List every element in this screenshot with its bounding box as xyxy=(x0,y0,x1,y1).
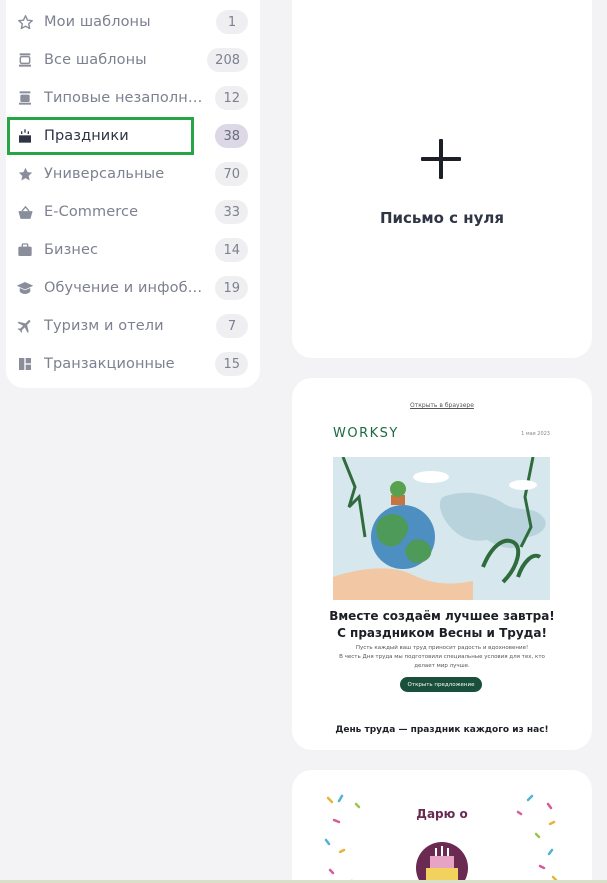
count-badge: 7 xyxy=(216,314,248,338)
email-date: 1 мая 2023 xyxy=(521,431,550,437)
open-in-browser-link: Открыть в браузере xyxy=(410,402,474,409)
new-letter-card[interactable]: Письмо с нуля xyxy=(292,0,592,358)
count-badge: 1 xyxy=(216,10,248,34)
graduation-cap-icon xyxy=(16,279,34,297)
count-badge: 12 xyxy=(215,86,248,110)
email-preview-2: Дарю о xyxy=(322,790,562,883)
headline-line-1: Вместе создаём лучшее завтра! xyxy=(329,609,555,623)
sidebar-item-label: Туризм и отели xyxy=(44,318,164,334)
count-badge: 19 xyxy=(215,276,248,300)
email-cta-button: Открыть предложение xyxy=(400,677,482,692)
count-badge: 38 xyxy=(215,124,248,148)
layers-icon xyxy=(16,51,34,69)
star-icon xyxy=(16,165,34,183)
sidebar-item-my-templates[interactable]: Мои шаблоны 1 xyxy=(6,3,260,41)
email-preview: Открыть в браузере WORKSY 1 мая 2023 Вме xyxy=(318,390,566,750)
sidebar-item-label: Типовые незаполнен... xyxy=(44,90,204,106)
count-badge: 33 xyxy=(215,200,248,224)
headline-line-2: С праздником Весны и Труда! xyxy=(337,626,547,640)
body-line-1: Пусть каждый ваш труд приносит радость и… xyxy=(355,645,529,651)
sidebar-item-ecommerce[interactable]: E-Commerce 33 xyxy=(6,193,260,231)
template-card-2[interactable]: Дарю о xyxy=(292,770,592,883)
airplane-icon xyxy=(16,317,34,335)
count-badge: 208 xyxy=(207,48,248,72)
sidebar-item-label: Обучение и инфобиз... xyxy=(44,280,204,296)
blank-template-icon xyxy=(16,89,34,107)
confetti-decoration xyxy=(324,794,558,883)
sidebar-item-label: E-Commerce xyxy=(44,204,139,220)
sidebar-item-label: Универсальные xyxy=(44,166,165,182)
layout-icon xyxy=(16,355,34,373)
email-footer-heading: День труда — праздник каждого из нас! xyxy=(335,725,549,735)
new-letter-label: Письмо с нуля xyxy=(379,209,505,227)
count-badge: 70 xyxy=(215,162,248,186)
email-body-text: Пусть каждый ваш труд приносит радость и… xyxy=(332,644,552,671)
sidebar-item-label: Транзакционные xyxy=(44,356,175,372)
count-badge: 14 xyxy=(215,238,248,262)
template-card[interactable]: Открыть в браузере WORKSY 1 мая 2023 Вме xyxy=(292,378,592,750)
count-badge: 15 xyxy=(215,352,248,376)
email-headline: Вместе создаём лучшее завтра! С праздник… xyxy=(318,608,566,642)
sidebar-item-label: Праздники xyxy=(44,128,129,144)
basket-icon xyxy=(16,203,34,221)
sidebar-item-tourism[interactable]: Туризм и отели 7 xyxy=(6,307,260,345)
sidebar-item-business[interactable]: Бизнес 14 xyxy=(6,231,260,269)
category-sidebar: Мои шаблоны 1 Все шаблоны 208 Типовые не… xyxy=(6,0,260,388)
sidebar-item-label: Все шаблоны xyxy=(44,52,147,68)
briefcase-icon xyxy=(16,241,34,259)
sidebar-item-holidays[interactable]: Праздники 38 xyxy=(6,117,260,155)
sidebar-item-label: Бизнес xyxy=(44,242,99,258)
hero-illustration xyxy=(333,457,550,600)
body-line-3: делает мир лучше. xyxy=(414,663,470,669)
sidebar-item-education[interactable]: Обучение и инфобиз... 19 xyxy=(6,269,260,307)
star-outline-icon xyxy=(16,13,34,31)
email-logo: WORKSY xyxy=(333,426,399,441)
sidebar-item-all-templates[interactable]: Все шаблоны 208 xyxy=(6,41,260,79)
sidebar-item-transactional[interactable]: Транзакционные 15 xyxy=(6,345,260,383)
sidebar-item-blank-templates[interactable]: Типовые незаполнен... 12 xyxy=(6,79,260,117)
email-2-title: Дарю о xyxy=(416,807,468,821)
sidebar-item-universal[interactable]: Универсальные 70 xyxy=(6,155,260,193)
plus-icon xyxy=(421,139,461,179)
cake-icon xyxy=(16,127,34,145)
sidebar-item-label: Мои шаблоны xyxy=(44,14,151,30)
body-line-2: В честь Дня труда мы подготовили специал… xyxy=(339,654,545,660)
